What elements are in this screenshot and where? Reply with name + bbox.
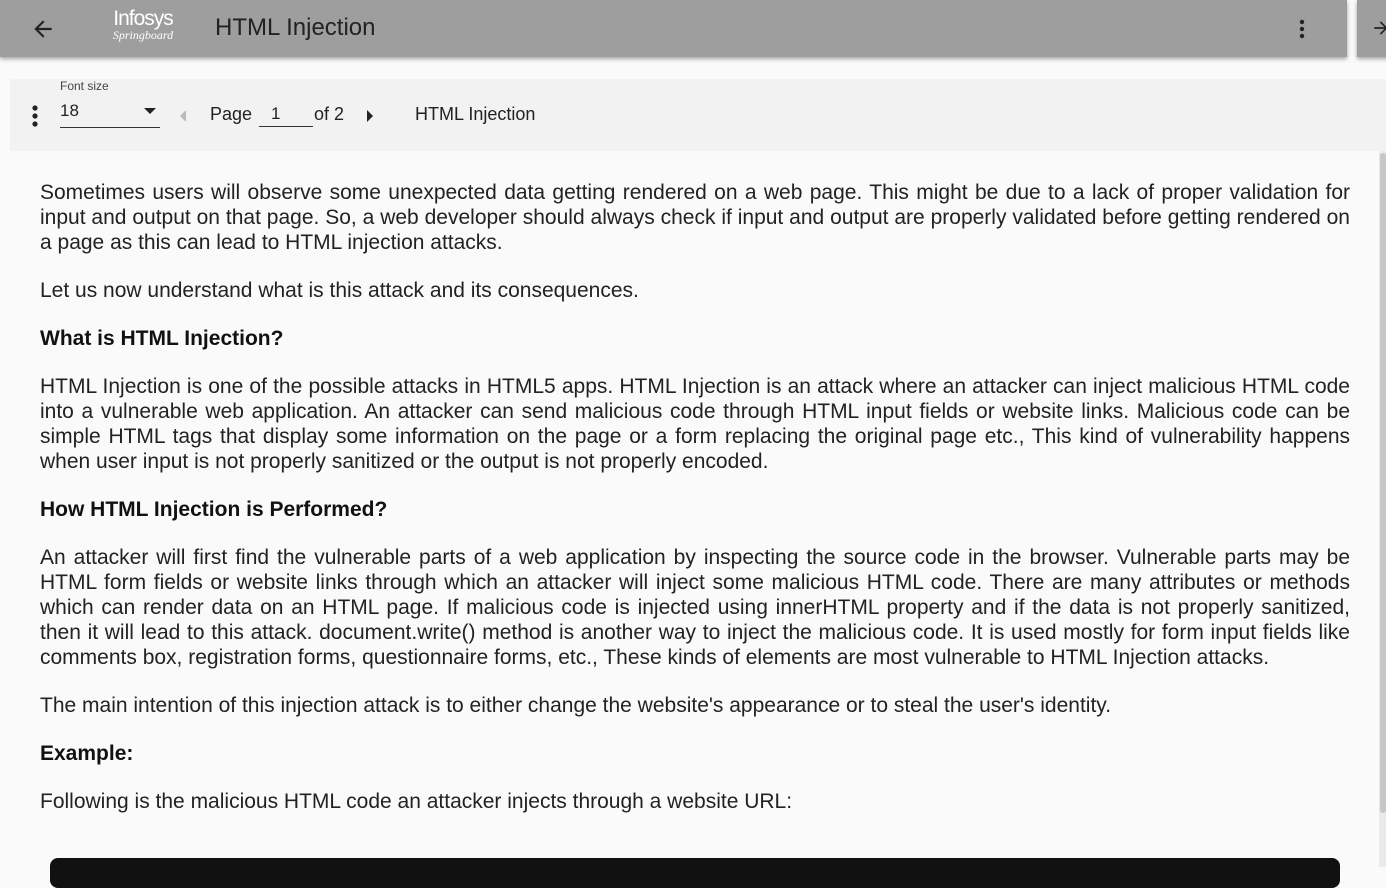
- font-size-value: 18: [60, 101, 79, 120]
- arrow-right-icon: [1374, 21, 1386, 35]
- document-content: Sometimes users will observe some unexpe…: [40, 180, 1350, 837]
- paragraph: Following is the malicious HTML code an …: [40, 790, 793, 813]
- more-vertical-icon[interactable]: [24, 103, 46, 129]
- arrow-left-icon[interactable]: [30, 16, 56, 42]
- more-vertical-icon[interactable]: [1290, 17, 1314, 41]
- section-heading: Example:: [40, 742, 134, 765]
- scrollbar-thumb[interactable]: [1380, 153, 1386, 813]
- font-size-label: Font size: [60, 79, 109, 93]
- page-label: Page: [210, 104, 253, 124]
- chevron-down-icon: [144, 108, 156, 114]
- page-title: HTML Injection: [215, 14, 376, 41]
- paragraph: Sometimes users will observe some unexpe…: [40, 181, 1350, 254]
- reader-toolbar: Font size 18 Page of 2 HTML Injection: [10, 79, 1386, 151]
- section-heading: How HTML Injection is Performed?: [40, 498, 388, 521]
- document-title: HTML Injection: [415, 104, 536, 124]
- page-number-input[interactable]: [259, 101, 313, 127]
- paragraph: An attacker will first find the vulnerab…: [40, 546, 1350, 669]
- paragraph: HTML Injection is one of the possible at…: [40, 375, 1350, 473]
- side-panel-tab[interactable]: [1357, 0, 1386, 57]
- infosys-springboard-logo[interactable]: Infosys Springboard: [108, 6, 178, 50]
- paragraph: Let us now understand what is this attac…: [40, 279, 639, 302]
- caret-left-icon[interactable]: [180, 110, 186, 122]
- code-block: [50, 858, 1340, 888]
- page-count-label: of 2: [314, 104, 345, 124]
- app-bar: Infosys Springboard HTML Injection: [0, 0, 1347, 57]
- logo-text-primary: Infosys: [113, 7, 174, 30]
- section-heading: What is HTML Injection?: [40, 327, 284, 350]
- logo-text-secondary: Springboard: [112, 28, 174, 42]
- caret-right-icon[interactable]: [367, 110, 373, 122]
- paragraph: The main intention of this injection att…: [40, 694, 1112, 717]
- font-size-select[interactable]: 18: [60, 99, 160, 128]
